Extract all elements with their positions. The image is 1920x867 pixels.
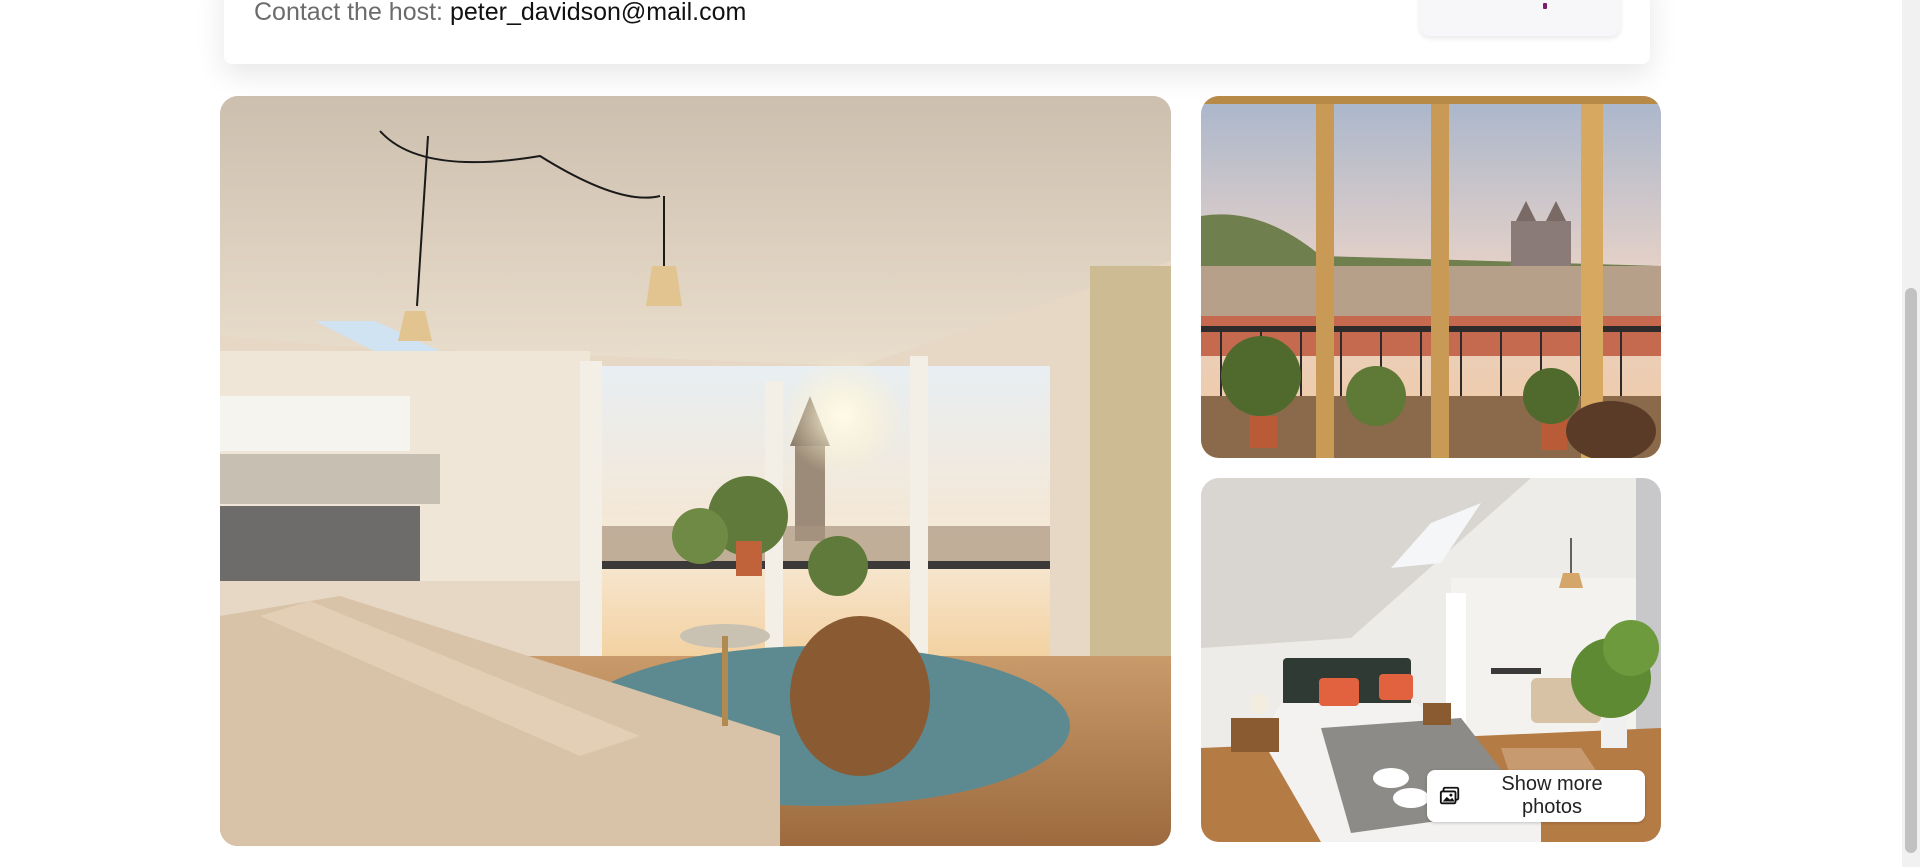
photo-bedroom[interactable]: Show more photos [1201, 478, 1661, 842]
photo-living-room[interactable] [220, 96, 1171, 846]
photo-balcony-view[interactable] [1201, 96, 1661, 458]
host-card-button[interactable] [1420, 0, 1620, 36]
scrollbar-thumb[interactable] [1905, 288, 1917, 853]
contact-host-label: Contact the host: [254, 0, 444, 26]
contact-host-email[interactable]: peter_davidson@mail.com [450, 0, 746, 26]
photos-icon [1439, 786, 1460, 805]
host-card-button-glyph [1543, 3, 1547, 9]
show-more-photos-button[interactable]: Show more photos [1427, 770, 1645, 822]
host-contact-card: Contact the host: peter_davidson@mail.co… [224, 0, 1650, 64]
page-scrollbar[interactable] [1902, 0, 1920, 867]
balcony-view-image [1201, 96, 1661, 458]
living-room-image [220, 96, 1171, 846]
contact-host-line: Contact the host: peter_davidson@mail.co… [254, 0, 746, 27]
show-more-photos-label: Show more photos [1501, 773, 1603, 818]
